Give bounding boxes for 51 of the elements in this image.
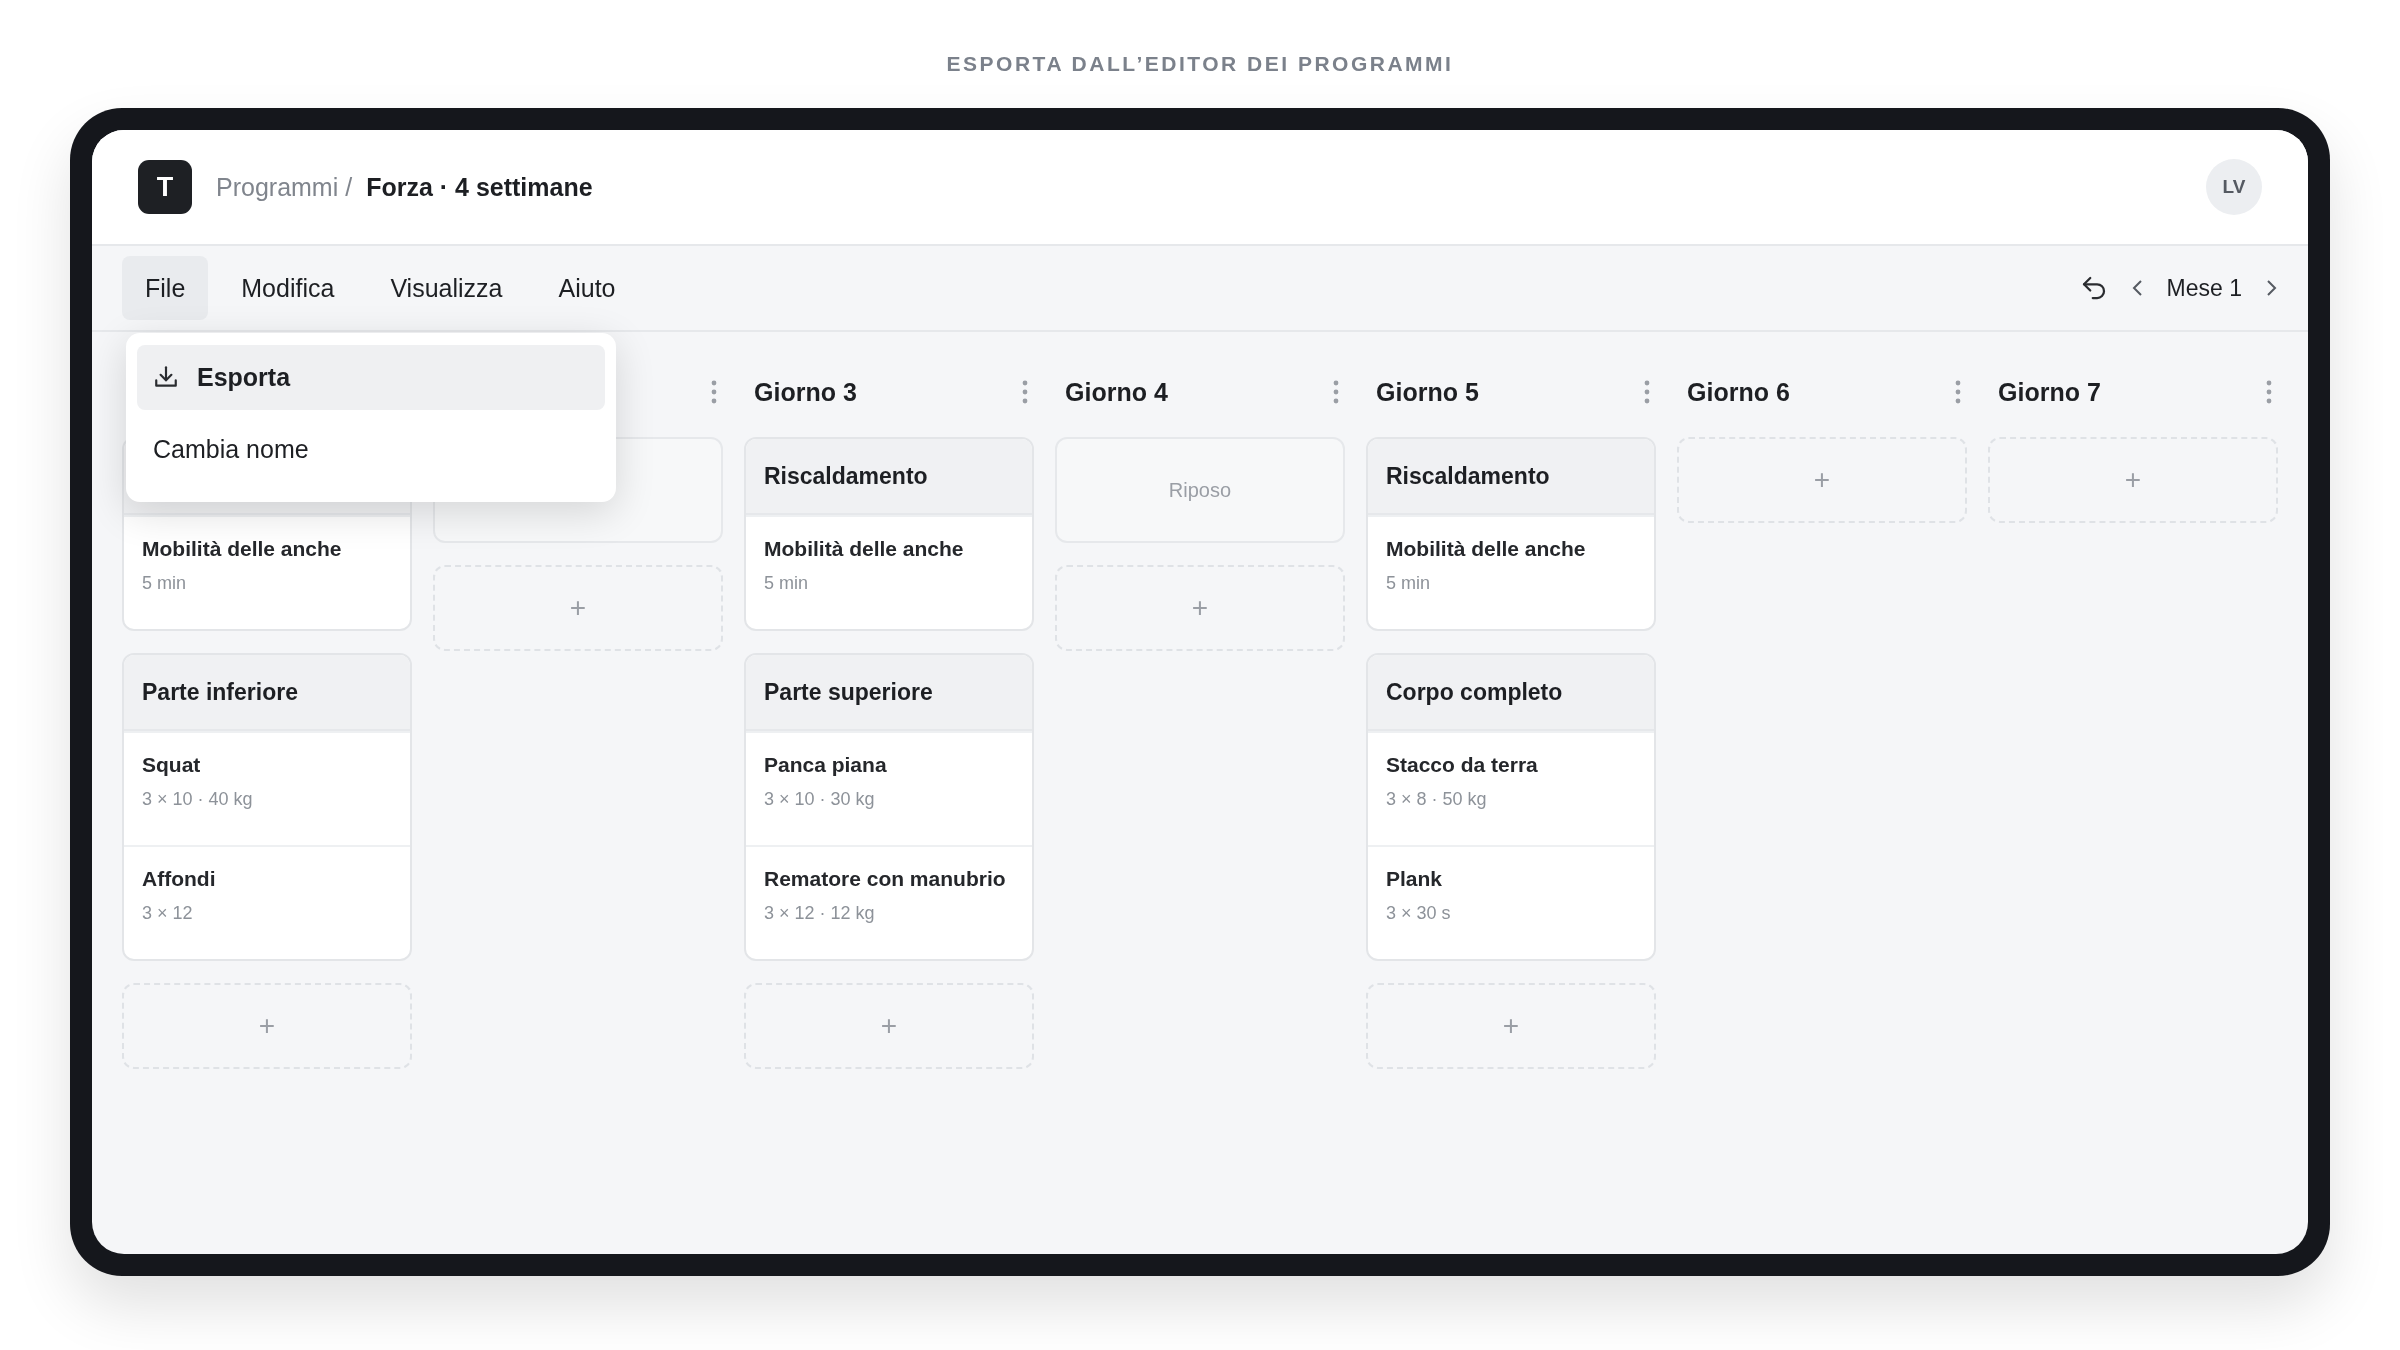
exercise-detail: 3 × 10 · 40 kg xyxy=(142,789,254,810)
more-icon[interactable] xyxy=(1333,380,1339,404)
day-title: Giorno 4 xyxy=(1065,377,1168,407)
more-icon[interactable] xyxy=(1022,380,1028,404)
workout-card[interactable]: Corpo completo Stacco da terra 3 × 8 · 50 kg Plank 3 × 30 s xyxy=(1366,653,1656,961)
day-title: Giorno 3 xyxy=(754,377,857,407)
exercise-detail: 3 × 12 · 12 kg xyxy=(764,903,876,924)
exercise-name: Squat xyxy=(142,753,202,777)
menu-item[interactable]: File xyxy=(122,256,209,320)
card-title: Parte superiore xyxy=(764,678,933,706)
exercise-detail: 5 min xyxy=(764,573,809,594)
file-menu-item[interactable]: Esporta xyxy=(137,345,605,410)
program-title: Forza · 4 settimane xyxy=(366,172,593,202)
exercise-detail: 5 min xyxy=(142,573,187,594)
more-icon[interactable] xyxy=(711,380,717,404)
exercise-name: Mobilità delle anche xyxy=(142,537,343,561)
menu-item[interactable]: Visualizza xyxy=(367,256,526,320)
exercise-name: Plank xyxy=(1386,867,1444,891)
exercise-detail: 3 × 30 s xyxy=(1386,903,1452,924)
exercise-detail: 3 × 10 · 30 kg xyxy=(764,789,876,810)
day-title: Giorno 7 xyxy=(1998,377,2101,407)
exercise-name: Mobilità delle anche xyxy=(764,537,965,561)
workout-card[interactable]: Riscaldamento Mobilità delle anche 5 min xyxy=(744,437,1034,631)
card-title: Riscaldamento xyxy=(1386,462,1550,490)
menu-item[interactable]: Modifica xyxy=(218,256,358,320)
more-icon[interactable] xyxy=(1955,380,1961,404)
card-title: Parte inferiore xyxy=(142,678,298,706)
card-title: Corpo completo xyxy=(1386,678,1563,706)
breadcrumb-link[interactable]: Programmi / xyxy=(216,172,353,202)
user-avatar[interactable]: LV xyxy=(2206,159,2262,215)
workout-card[interactable]: Parte inferiore Squat 3 × 10 · 40 kg Affondi 3 × 12 xyxy=(122,653,412,961)
exercise-detail: 3 × 8 · 50 kg xyxy=(1386,789,1488,810)
page-caption: ESPORTA DALL’EDITOR DEI PROGRAMMI xyxy=(946,52,1454,77)
exercise-name: Rematore con manubrio xyxy=(764,867,1007,891)
app-logo[interactable]: T xyxy=(138,160,192,214)
exercise-name: Stacco da terra xyxy=(1386,753,1539,777)
exercise-detail: 5 min xyxy=(1386,573,1431,594)
card-title: Riscaldamento xyxy=(764,462,928,490)
exercise-name: Panca piana xyxy=(764,753,888,777)
rest-label: Riposo xyxy=(1168,478,1232,502)
day-title: Giorno 5 xyxy=(1376,377,1479,407)
more-icon[interactable] xyxy=(1644,380,1650,404)
workout-card[interactable]: Riscaldamento Mobilità delle anche 5 min xyxy=(1366,437,1656,631)
more-icon[interactable] xyxy=(2266,380,2272,404)
exercise-name: Mobilità delle anche xyxy=(1386,537,1587,561)
exercise-detail: 3 × 12 xyxy=(142,903,194,924)
day-title: Giorno 6 xyxy=(1687,377,1790,407)
workout-card[interactable]: Parte superiore Panca piana 3 × 10 · 30 kg Rematore con manubrio 3 × 12 · 12 kg xyxy=(744,653,1034,961)
exercise-name: Affondi xyxy=(142,867,217,891)
menu-item[interactable]: Aiuto xyxy=(535,256,639,320)
period-label: Mese 1 xyxy=(2166,274,2242,302)
